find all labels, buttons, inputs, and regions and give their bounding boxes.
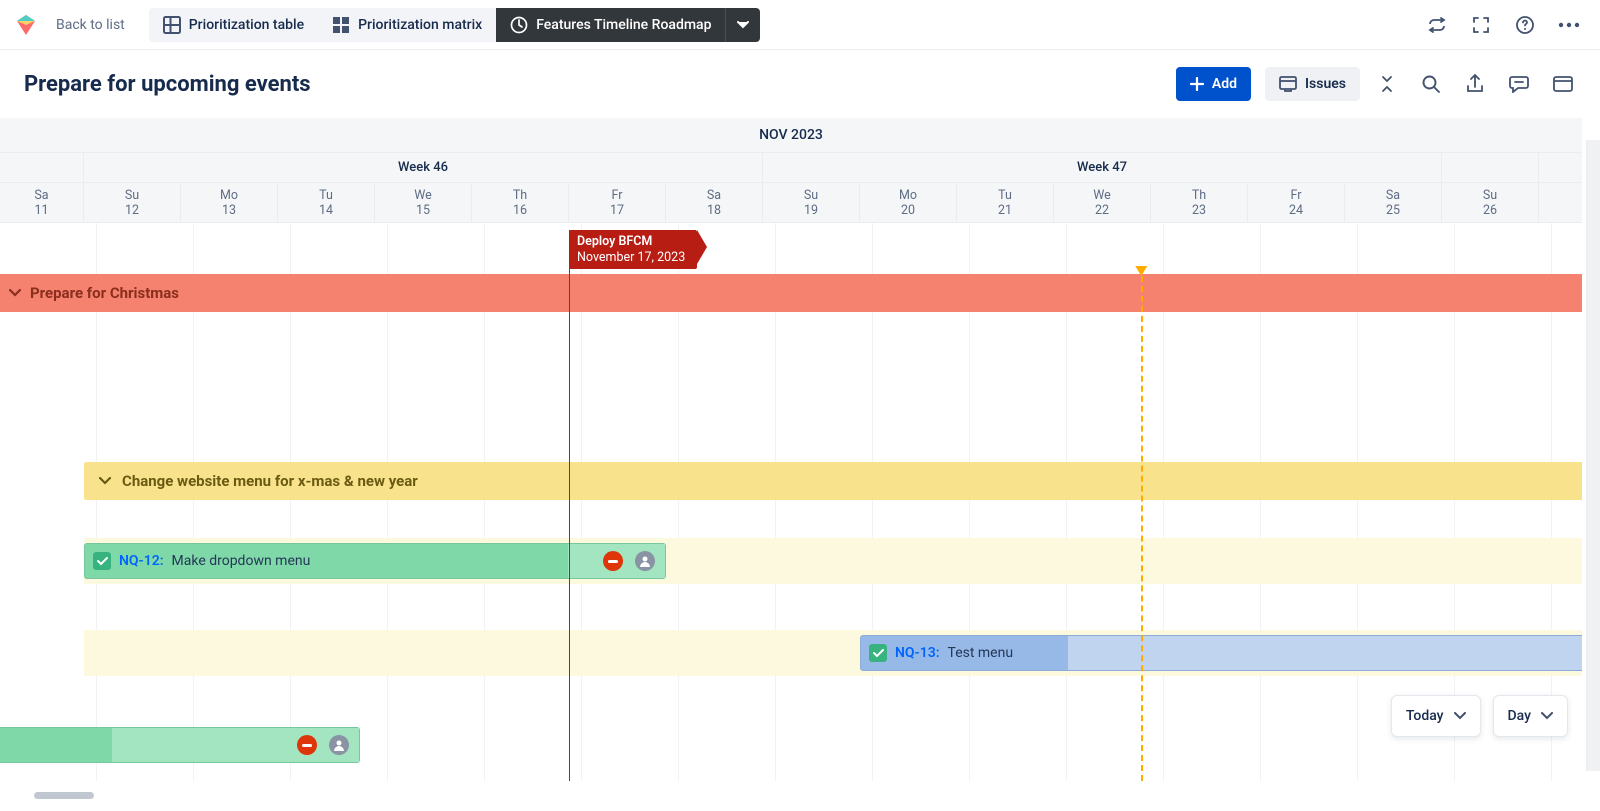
more-icon[interactable] xyxy=(1556,12,1582,38)
task-title: Test menu xyxy=(948,645,1014,661)
horizontal-scrollbar[interactable] xyxy=(20,792,1580,799)
day-cell: Sa11 xyxy=(0,183,84,222)
collapse-icon[interactable] xyxy=(1374,71,1400,97)
tab-prioritization-table[interactable]: Prioritization table xyxy=(149,8,318,42)
share-icon[interactable] xyxy=(1462,71,1488,97)
task-bar[interactable] xyxy=(0,727,360,763)
issues-button[interactable]: Issues xyxy=(1265,67,1360,101)
day-cell: Su12 xyxy=(84,183,181,222)
day-cell: Fr17 xyxy=(569,183,666,222)
month-header: NOV 2023 xyxy=(0,118,1582,153)
blocked-icon xyxy=(603,551,623,571)
toolbar-icons xyxy=(1424,12,1582,38)
help-icon[interactable] xyxy=(1512,12,1538,38)
group-header[interactable]: Prepare for Christmas xyxy=(0,274,1582,312)
add-button[interactable]: Add xyxy=(1176,67,1251,101)
day-cell: Sa25 xyxy=(1345,183,1442,222)
today-button[interactable]: Today xyxy=(1391,695,1481,737)
day-cell: Su26 xyxy=(1442,183,1539,222)
task-key[interactable]: NQ-12: xyxy=(119,553,164,569)
day-cell: Th16 xyxy=(472,183,569,222)
day-cell: Th23 xyxy=(1151,183,1248,222)
tab-label: Features Timeline Roadmap xyxy=(536,17,711,33)
fullscreen-icon[interactable] xyxy=(1468,12,1494,38)
back-to-list-link[interactable]: Back to list xyxy=(56,17,125,33)
add-button-label: Add xyxy=(1212,76,1237,92)
comments-icon[interactable] xyxy=(1506,71,1532,97)
card-icon[interactable] xyxy=(1550,71,1576,97)
assignee-icon[interactable] xyxy=(635,551,655,571)
day-header: Sa11Su12Mo13Tu14We15Th16Fr17Sa18Su19Mo20… xyxy=(0,183,1582,223)
tab-label: Prioritization matrix xyxy=(358,17,482,33)
tab-label: Prioritization table xyxy=(189,17,304,33)
scale-button[interactable]: Day xyxy=(1493,695,1568,737)
epic-header[interactable]: Change website menu for x-mas & new year xyxy=(84,462,1582,500)
tab-features-timeline-roadmap[interactable]: Features Timeline Roadmap xyxy=(496,8,725,42)
day-cell: Mo13 xyxy=(181,183,278,222)
day-cell: Tu21 xyxy=(957,183,1054,222)
task-title: Make dropdown menu xyxy=(172,553,311,569)
tab-dropdown[interactable] xyxy=(725,8,760,42)
issues-button-label: Issues xyxy=(1305,76,1346,92)
search-icon[interactable] xyxy=(1418,71,1444,97)
title-bar: Prepare for upcoming events Add Issues xyxy=(0,50,1600,118)
app-logo xyxy=(14,13,38,37)
milestone[interactable]: Deploy BFCMNovember 17, 2023 xyxy=(569,230,697,269)
task-type-icon xyxy=(93,552,111,570)
day-cell: We15 xyxy=(375,183,472,222)
day-cell: Mo20 xyxy=(860,183,957,222)
day-cell: Tu14 xyxy=(278,183,375,222)
task-type-icon xyxy=(869,644,887,662)
day-cell: We22 xyxy=(1054,183,1151,222)
tab-prioritization-matrix[interactable]: Prioritization matrix xyxy=(318,8,496,42)
top-toolbar: Back to list Prioritization table Priori… xyxy=(0,0,1600,50)
day-cell: Sa18 xyxy=(666,183,763,222)
view-tabs: Prioritization table Prioritization matr… xyxy=(149,8,761,42)
task-bar[interactable]: NQ-13: Test menu xyxy=(860,635,1582,671)
week-header: Week 46Week 47 xyxy=(0,153,1582,183)
task-key[interactable]: NQ-13: xyxy=(895,645,940,661)
timeline[interactable]: NOV 2023Week 46Week 47Sa11Su12Mo13Tu14We… xyxy=(0,118,1582,781)
page-title: Prepare for upcoming events xyxy=(24,72,1162,97)
sync-icon[interactable] xyxy=(1424,12,1450,38)
vertical-scrollbar[interactable] xyxy=(1586,140,1600,771)
day-cell: Su19 xyxy=(763,183,860,222)
task-bar[interactable]: NQ-12: Make dropdown menu xyxy=(84,543,666,579)
day-cell: Fr24 xyxy=(1248,183,1345,222)
